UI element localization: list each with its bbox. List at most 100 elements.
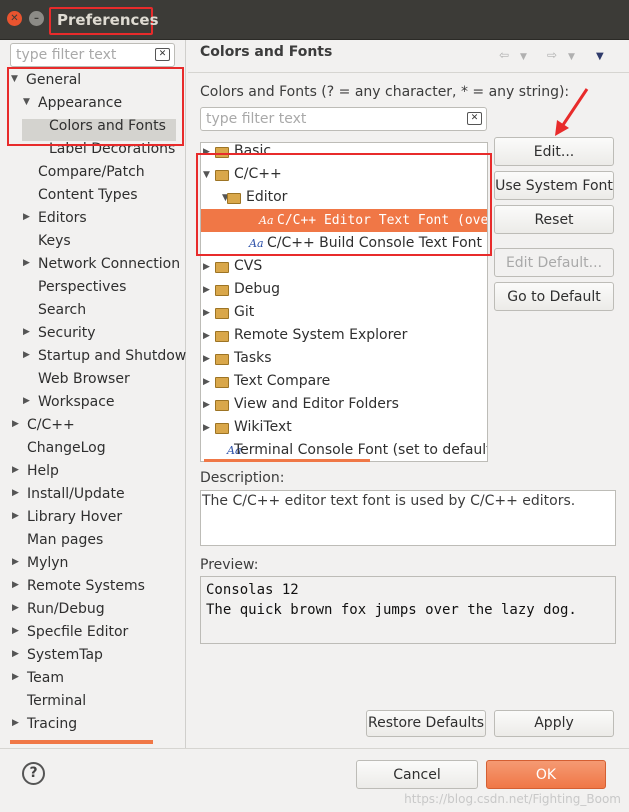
- left-scroll-indicator[interactable]: [10, 740, 153, 744]
- tree-item-run-debug[interactable]: Run/Debug: [27, 601, 105, 617]
- font-tree-label: View and Editor Folders: [234, 396, 399, 412]
- collapsed-arrow-icon[interactable]: ▶: [203, 348, 210, 371]
- filter-instructions: Colors and Fonts (? = any character, * =…: [200, 84, 570, 100]
- tree-item-content-types[interactable]: Content Types: [38, 187, 138, 203]
- folder-icon: [215, 423, 229, 434]
- font-tree-row-git[interactable]: ▶ Git: [201, 301, 487, 325]
- clear-filter-icon[interactable]: ✕: [467, 112, 482, 125]
- collapsed-arrow-icon[interactable]: ▶: [203, 325, 210, 348]
- close-icon[interactable]: ✕: [7, 11, 22, 26]
- font-tree-row-view-and-editor-folders[interactable]: ▶ View and Editor Folders: [201, 393, 487, 417]
- preview-label: Preview:: [200, 557, 259, 573]
- collapsed-arrow-icon[interactable]: ▶: [203, 394, 210, 417]
- collapsed-arrow-icon[interactable]: ▶: [12, 626, 19, 636]
- tree-item-workspace[interactable]: Workspace: [38, 394, 115, 410]
- help-icon[interactable]: ?: [22, 762, 45, 785]
- font-tree-row-tasks[interactable]: ▶ Tasks: [201, 347, 487, 371]
- folder-icon: [215, 377, 229, 388]
- right-filter-placeholder: type filter text: [206, 111, 307, 127]
- annotation-highlight-cpp: [196, 153, 492, 256]
- collapsed-arrow-icon[interactable]: ▶: [12, 419, 19, 429]
- collapsed-arrow-icon[interactable]: ▶: [203, 417, 210, 440]
- collapsed-arrow-icon[interactable]: ▶: [12, 718, 19, 728]
- tree-item-search[interactable]: Search: [38, 302, 86, 318]
- tree-item-startup-and-shutdow[interactable]: Startup and Shutdow: [38, 348, 186, 364]
- collapsed-arrow-icon[interactable]: ▶: [12, 465, 19, 475]
- tree-item-specfile-editor[interactable]: Specfile Editor: [27, 624, 128, 640]
- tree-item-library-hover[interactable]: Library Hover: [27, 509, 122, 525]
- use-system-font-button[interactable]: Use System Font: [494, 171, 614, 200]
- folder-icon: [215, 354, 229, 365]
- font-tree-label: Git: [234, 304, 255, 320]
- tree-item-compare-patch[interactable]: Compare/Patch: [38, 164, 145, 180]
- font-tree-label: WikiText: [234, 419, 292, 435]
- font-tree-row-text-compare[interactable]: ▶ Text Compare: [201, 370, 487, 394]
- collapsed-arrow-icon[interactable]: ▶: [203, 371, 210, 394]
- clear-filter-icon[interactable]: ✕: [155, 48, 170, 61]
- tree-item-install-update[interactable]: Install/Update: [27, 486, 125, 502]
- left-filter-placeholder: type filter text: [16, 47, 117, 63]
- cancel-button[interactable]: Cancel: [356, 760, 478, 789]
- edit-button[interactable]: Edit...: [494, 137, 614, 166]
- collapsed-arrow-icon[interactable]: ▶: [12, 511, 19, 521]
- tree-item-security[interactable]: Security: [38, 325, 96, 341]
- font-tree-label: Tasks: [234, 350, 272, 366]
- back-arrow-icon[interactable]: ⇦: [499, 48, 509, 62]
- font-tree-row-remote-system-explorer[interactable]: ▶ Remote System Explorer: [201, 324, 487, 348]
- collapsed-arrow-icon[interactable]: ▶: [12, 557, 19, 567]
- right-filter-input[interactable]: type filter text ✕: [200, 107, 487, 131]
- collapsed-arrow-icon[interactable]: ▶: [12, 649, 19, 659]
- font-tree-label: CVS: [234, 258, 263, 274]
- font-tree-row-wikitext[interactable]: ▶ WikiText: [201, 416, 487, 440]
- folder-icon: [215, 400, 229, 411]
- back-menu-icon[interactable]: ▼: [520, 52, 527, 62]
- edit-default-button[interactable]: Edit Default...: [494, 248, 614, 277]
- collapsed-arrow-icon[interactable]: ▶: [12, 580, 19, 590]
- collapsed-arrow-icon[interactable]: ▶: [23, 350, 30, 360]
- apply-button[interactable]: Apply: [494, 710, 614, 737]
- tree-scroll-indicator[interactable]: [204, 459, 370, 462]
- tree-item-terminal[interactable]: Terminal: [27, 693, 86, 709]
- font-tree-row-debug[interactable]: ▶ Debug: [201, 278, 487, 302]
- collapsed-arrow-icon[interactable]: ▶: [23, 396, 30, 406]
- tree-item-help[interactable]: Help: [27, 463, 59, 479]
- view-menu-icon[interactable]: ▼: [596, 51, 604, 62]
- restore-defaults-button[interactable]: Restore Defaults: [366, 710, 486, 737]
- collapsed-arrow-icon[interactable]: ▶: [12, 488, 19, 498]
- preview-sample-text: The quick brown fox jumps over the lazy …: [206, 602, 577, 618]
- tree-item-keys[interactable]: Keys: [38, 233, 71, 249]
- folder-icon: [215, 285, 229, 296]
- font-tree-row-cvs[interactable]: ▶ CVS: [201, 255, 487, 279]
- annotation-highlight-general: [7, 67, 184, 146]
- collapsed-arrow-icon[interactable]: ▶: [203, 256, 210, 279]
- minimize-icon[interactable]: –: [29, 11, 44, 26]
- folder-icon: [215, 262, 229, 273]
- tree-item-network-connection[interactable]: Network Connection: [38, 256, 180, 272]
- tree-item-tracing[interactable]: Tracing: [27, 716, 77, 732]
- collapsed-arrow-icon[interactable]: ▶: [12, 603, 19, 613]
- tree-item-mylyn[interactable]: Mylyn: [27, 555, 68, 571]
- left-filter-input[interactable]: type filter text ✕: [10, 43, 175, 67]
- forward-menu-icon[interactable]: ▼: [568, 52, 575, 62]
- tree-item-web-browser[interactable]: Web Browser: [38, 371, 130, 387]
- header-divider: [188, 72, 629, 73]
- tree-item-changelog[interactable]: ChangeLog: [27, 440, 106, 456]
- ok-button[interactable]: OK: [486, 760, 606, 789]
- collapsed-arrow-icon[interactable]: ▶: [23, 258, 30, 268]
- go-to-default-button[interactable]: Go to Default: [494, 282, 614, 311]
- tree-item-perspectives[interactable]: Perspectives: [38, 279, 126, 295]
- tree-item-team[interactable]: Team: [27, 670, 64, 686]
- preview-font-name: Consolas 12: [206, 582, 299, 598]
- tree-item-man-pages[interactable]: Man pages: [27, 532, 103, 548]
- tree-item-c-c-[interactable]: C/C++: [27, 417, 75, 433]
- tree-item-editors[interactable]: Editors: [38, 210, 87, 226]
- collapsed-arrow-icon[interactable]: ▶: [12, 672, 19, 682]
- tree-item-remote-systems[interactable]: Remote Systems: [27, 578, 145, 594]
- collapsed-arrow-icon[interactable]: ▶: [203, 279, 210, 302]
- reset-button[interactable]: Reset: [494, 205, 614, 234]
- tree-item-systemtap[interactable]: SystemTap: [27, 647, 103, 663]
- collapsed-arrow-icon[interactable]: ▶: [203, 302, 210, 325]
- collapsed-arrow-icon[interactable]: ▶: [23, 212, 30, 222]
- forward-arrow-icon[interactable]: ⇨: [547, 48, 557, 62]
- collapsed-arrow-icon[interactable]: ▶: [23, 327, 30, 337]
